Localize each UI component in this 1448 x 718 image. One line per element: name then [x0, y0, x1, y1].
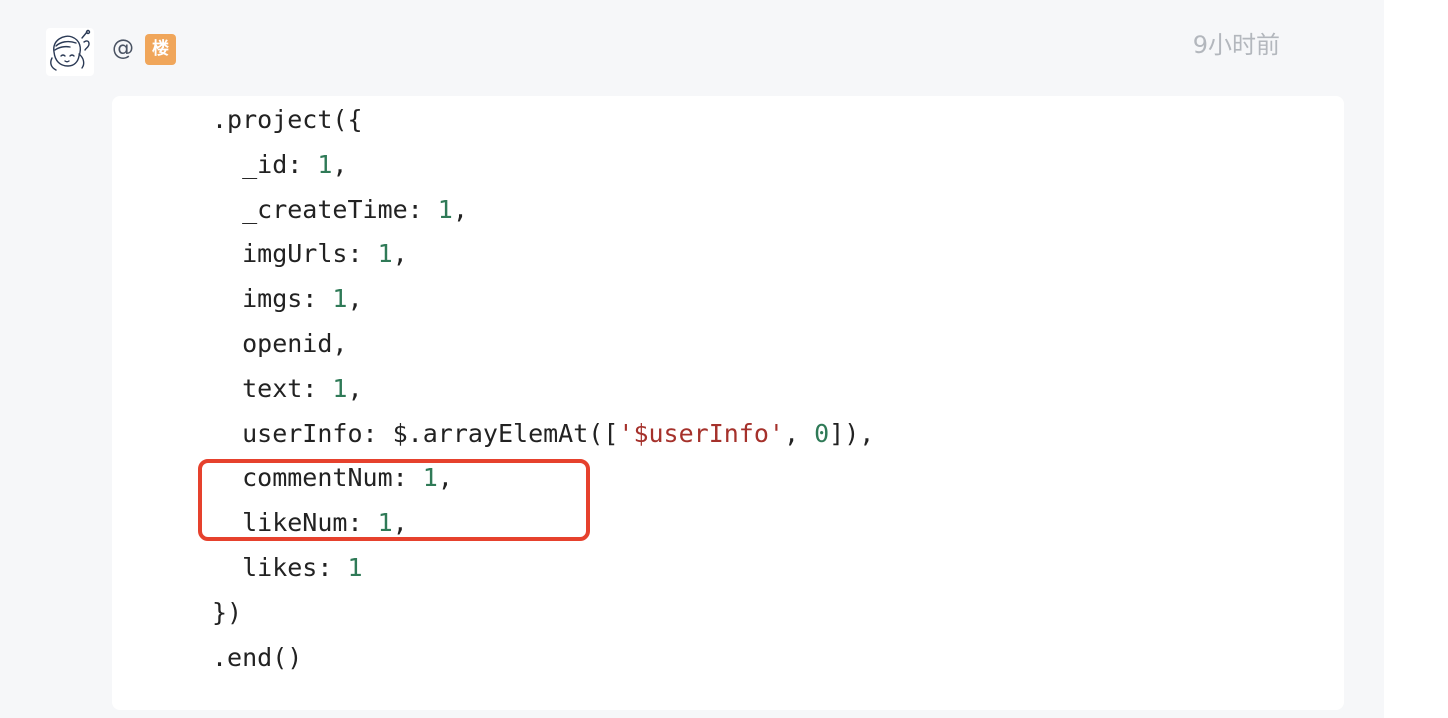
code-content: .project({ _id: 1, _createTime: 1, imgUr… [212, 98, 874, 680]
code-text: imgs: [212, 284, 333, 314]
code-punctuation: ]), [829, 418, 875, 448]
code-line: likes: 1 [212, 546, 874, 591]
code-line: .end() [212, 636, 874, 681]
code-string: '$userInfo' [618, 418, 784, 448]
code-number: 1 [332, 284, 348, 314]
code-number: 0 [814, 418, 830, 448]
code-text: .end() [212, 642, 303, 672]
code-punctuation: , [332, 149, 348, 179]
code-text: }) [212, 597, 243, 627]
code-number: 1 [347, 552, 363, 582]
code-line: .project({ [212, 98, 874, 143]
code-line: _createTime: 1, [212, 188, 874, 233]
code-line: text: 1, [212, 367, 874, 412]
code-line: imgs: 1, [212, 277, 874, 322]
code-line: imgUrls: 1, [212, 232, 874, 277]
code-text: userInfo: $.arrayElemAt([ [212, 418, 619, 448]
avatar[interactable] [46, 28, 94, 76]
code-text: , [783, 418, 815, 448]
code-text: .project({ [212, 105, 363, 134]
code-text: openid, [212, 328, 348, 358]
code-text: _createTime: [212, 194, 438, 224]
code-line: }) [212, 591, 874, 636]
code-text: _id: [212, 149, 318, 179]
code-text: likes: [212, 552, 348, 582]
code-number: 1 [332, 373, 348, 403]
code-number: 1 [437, 194, 453, 224]
code-punctuation: , [452, 194, 468, 224]
code-line: openid, [212, 322, 874, 367]
comment-timestamp: 9小时前 [1192, 31, 1280, 59]
highlight-annotation-box [198, 459, 590, 541]
code-line: userInfo: $.arrayElemAt(['$userInfo', 0]… [212, 412, 874, 457]
floor-badge: 楼 [145, 34, 176, 65]
code-line: _id: 1, [212, 143, 874, 188]
code-punctuation: , [347, 373, 363, 403]
code-block: .project({ _id: 1, _createTime: 1, imgUr… [112, 96, 1344, 710]
girl-doodle-avatar-icon [50, 29, 91, 71]
code-text: text: [212, 373, 333, 403]
comment-panel: @ 楼 9小时前 .project({ _id: 1, _createTime:… [0, 0, 1384, 718]
code-number: 1 [377, 239, 393, 269]
code-punctuation: , [392, 239, 408, 269]
mention-symbol[interactable]: @ [112, 35, 134, 63]
code-punctuation: , [347, 284, 363, 314]
code-text: imgUrls: [212, 239, 378, 269]
code-number: 1 [317, 149, 333, 179]
